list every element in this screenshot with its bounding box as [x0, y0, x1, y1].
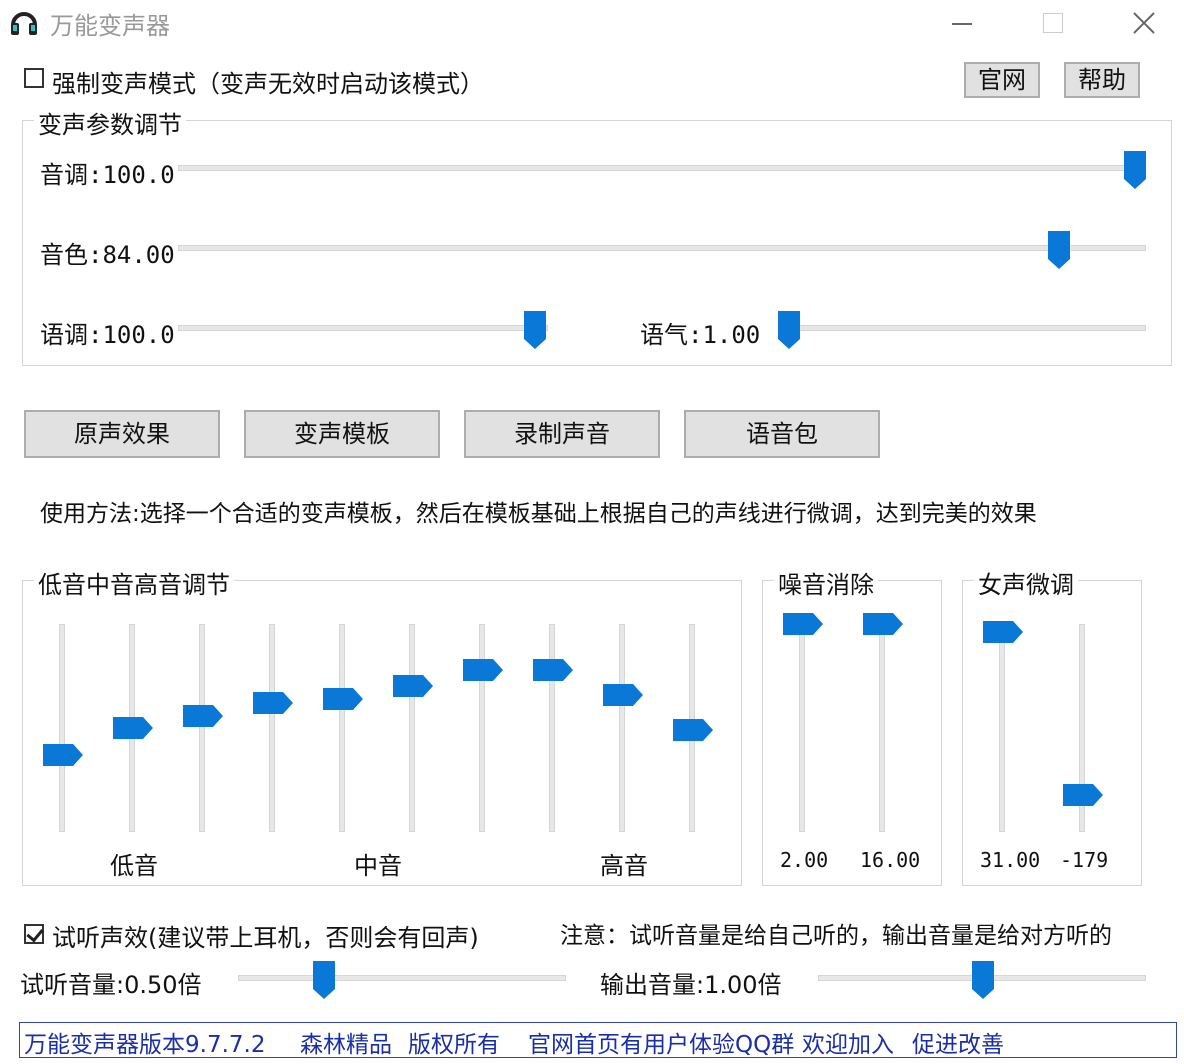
output-volume-label-text: 输出音量:1.00倍 [600, 971, 782, 999]
pitch-slider-thumb[interactable] [1124, 151, 1146, 189]
footer-improve: 促进改善 [912, 1032, 1004, 1058]
eq-band-4-track[interactable] [269, 624, 275, 832]
close-button[interactable] [1122, 6, 1166, 40]
output-volume-thumb[interactable] [972, 961, 994, 999]
usage-text: 使用方法:选择一个合适的变声模板，然后在模板基础上根据自己的声线进行微调，达到完… [40, 501, 1037, 527]
eq-band-9-track[interactable] [619, 624, 625, 832]
pitch-label-text: 音调:100.0 [40, 161, 175, 189]
footer-version: 万能变声器版本9.7.7.2 [24, 1032, 266, 1058]
timbre-label-text: 音色:84.00 [40, 241, 175, 269]
eq-band-6-thumb[interactable] [393, 675, 433, 698]
breath-label-text: 语气:1.00 [640, 321, 761, 349]
eq-low-label: 低音 [110, 852, 158, 880]
timbre-slider-thumb[interactable] [1048, 231, 1070, 269]
breath-label: 语气:1.00 [640, 315, 760, 350]
noise-slider-2-track[interactable] [879, 624, 885, 832]
minimize-icon [952, 23, 972, 25]
voice-params-title: 变声参数调节 [34, 105, 186, 140]
pitch-slider-track[interactable] [178, 165, 1146, 171]
noise-title: 噪音消除 [774, 565, 878, 600]
website-button[interactable]: 官网 [964, 62, 1040, 98]
window-title: 万能变声器 [50, 12, 170, 40]
footer-welcome: 欢迎加入 [802, 1032, 894, 1058]
noise-slider-2-thumb[interactable] [863, 613, 903, 635]
minimize-button[interactable] [940, 6, 984, 40]
footer-brand: 森林精品 [300, 1032, 392, 1058]
eq-mid-label: 中音 [354, 852, 402, 880]
eq-band-3-track[interactable] [199, 624, 205, 832]
monitor-volume-track[interactable] [238, 975, 566, 981]
noise-slider-1-thumb[interactable] [783, 613, 823, 635]
output-volume-label: 输出音量:1.00倍 [600, 965, 782, 1000]
eq-band-9-thumb[interactable] [603, 683, 643, 706]
monitor-checkbox[interactable] [24, 924, 44, 944]
breath-slider-thumb[interactable] [778, 311, 800, 349]
eq-high-label: 高音 [600, 852, 648, 880]
breath-slider-track[interactable] [778, 325, 1146, 331]
original-voice-button[interactable]: 原声效果 [24, 410, 220, 458]
notice-text: 注意：试听音量是给自己听的，输出音量是给对方听的 [560, 923, 1112, 949]
noise-value-2: 16.00 [860, 848, 921, 872]
tone-label: 语调:100.0 [40, 315, 175, 350]
eq-band-8-thumb[interactable] [533, 658, 573, 681]
eq-band-4-thumb[interactable] [253, 692, 293, 715]
close-icon [1133, 12, 1155, 34]
female-title: 女声微调 [974, 565, 1078, 600]
eq-band-1-thumb[interactable] [43, 744, 83, 767]
eq-band-2-thumb[interactable] [113, 717, 153, 739]
pitch-label: 音调:100.0 [40, 155, 175, 190]
record-voice-button[interactable]: 录制声音 [464, 410, 660, 458]
eq-band-5-thumb[interactable] [323, 687, 363, 710]
maximize-button[interactable] [1030, 6, 1074, 40]
female-slider-1-track[interactable] [999, 624, 1005, 832]
noise-slider-1-track[interactable] [799, 624, 805, 832]
eq-band-7-thumb[interactable] [463, 658, 503, 681]
force-mode-label[interactable]: 强制变声模式（变声无效时启动该模式） [52, 64, 484, 99]
voice-pack-button[interactable]: 语音包 [684, 410, 880, 458]
monitor-label[interactable]: 试听声效(建议带上耳机，否则会有回声) [52, 918, 479, 953]
female-value-2: -179 [1060, 848, 1109, 872]
footer-qq-group[interactable]: 官网首页有用户体验QQ群 [528, 1025, 794, 1059]
female-slider-2-thumb[interactable] [1063, 783, 1103, 806]
eq-band-3-thumb[interactable] [183, 704, 223, 727]
headphones-icon [11, 12, 37, 35]
timbre-slider-track[interactable] [178, 245, 1146, 251]
monitor-volume-label: 试听音量:0.50倍 [20, 965, 202, 1000]
eq-band-6-track[interactable] [409, 624, 415, 832]
eq-band-5-track[interactable] [339, 624, 345, 832]
female-slider-1-thumb[interactable] [983, 621, 1023, 644]
tone-slider-track[interactable] [178, 325, 548, 331]
app-icon [8, 6, 40, 38]
footer-bar: 万能变声器版本9.7.7.2 森林精品 版权所有 官网首页有用户体验QQ群 欢迎… [19, 1022, 1177, 1058]
maximize-icon [1043, 13, 1063, 33]
female-value-1: 31.00 [980, 848, 1041, 872]
voice-templates-button[interactable]: 变声模板 [244, 410, 440, 458]
noise-value-1: 2.00 [780, 848, 829, 872]
timbre-label: 音色:84.00 [40, 235, 175, 270]
tone-label-text: 语调:100.0 [40, 321, 175, 349]
help-button[interactable]: 帮助 [1064, 62, 1140, 98]
eq-band-1-track[interactable] [59, 624, 65, 832]
monitor-volume-thumb[interactable] [313, 961, 335, 999]
monitor-volume-label-text: 试听音量:0.50倍 [20, 971, 202, 999]
footer-copyright: 版权所有 [408, 1032, 500, 1058]
force-mode-checkbox[interactable] [24, 68, 44, 88]
eq-band-8-track[interactable] [549, 624, 555, 832]
eq-band-10-thumb[interactable] [673, 719, 713, 742]
eq-title: 低音中音高音调节 [34, 565, 234, 600]
tone-slider-thumb[interactable] [524, 311, 546, 349]
eq-band-7-track[interactable] [479, 624, 485, 832]
